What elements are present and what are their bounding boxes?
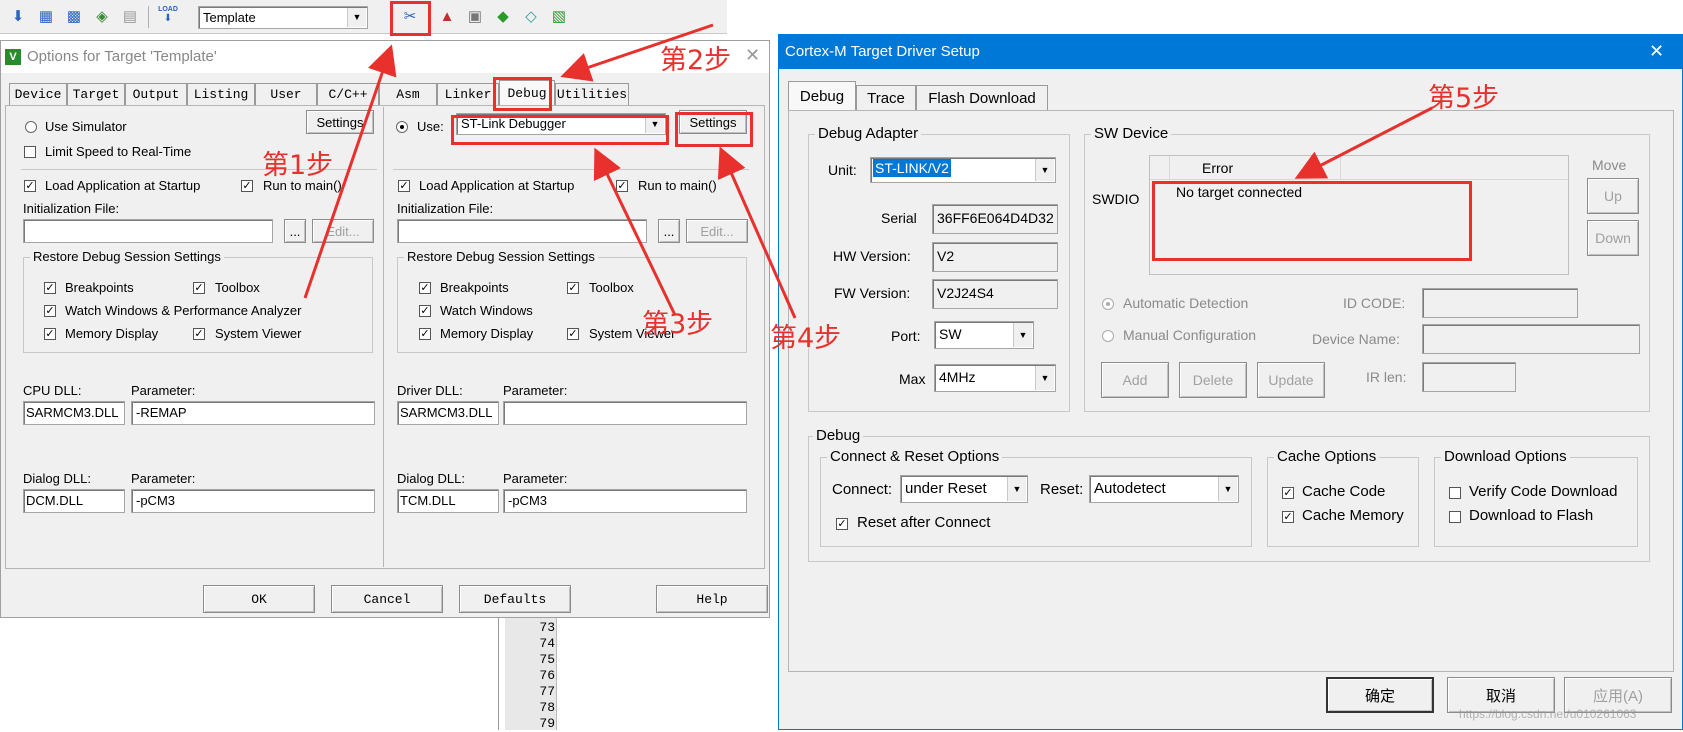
step4-arrow	[717, 146, 797, 319]
step2-arrow	[560, 23, 714, 82]
step3-arrow	[593, 147, 677, 316]
step5-arrow	[1294, 106, 1433, 179]
annotation-arrows	[303, 23, 1433, 319]
step1-arrow	[303, 44, 397, 299]
